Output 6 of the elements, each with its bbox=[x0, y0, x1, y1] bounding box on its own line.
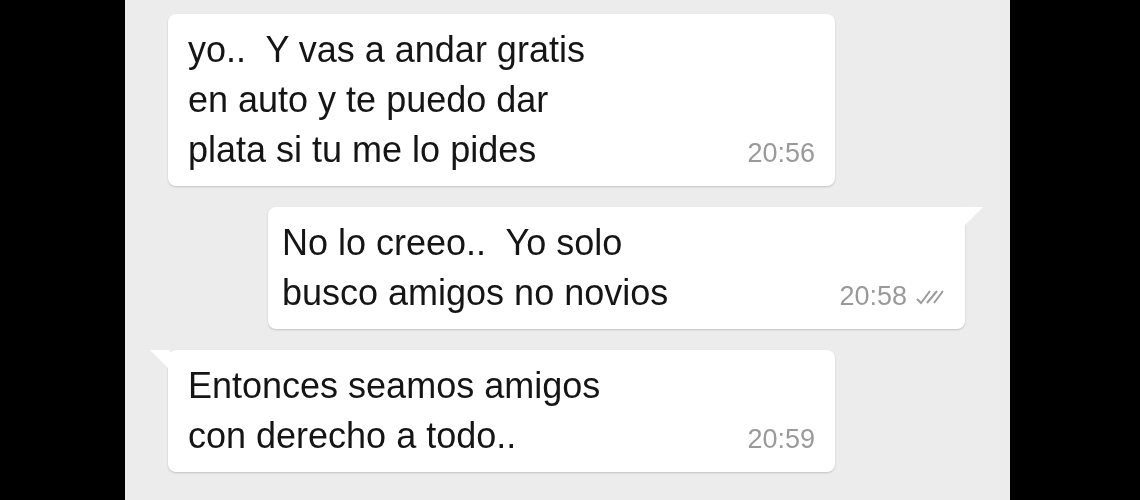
message-text: Entonces seamos amigos con derecho a todo.. bbox=[188, 364, 601, 458]
message-time: 20:58 bbox=[839, 281, 907, 312]
message-text: yo.. Y vas a andar gratis en auto y te puedo dar plata si tu me lo pides bbox=[188, 28, 585, 172]
message-time: 20:59 bbox=[747, 424, 815, 455]
message-text: No lo creeo.. Yo solo busco amigos no novios bbox=[282, 221, 669, 315]
message-time: 20:56 bbox=[747, 138, 815, 169]
